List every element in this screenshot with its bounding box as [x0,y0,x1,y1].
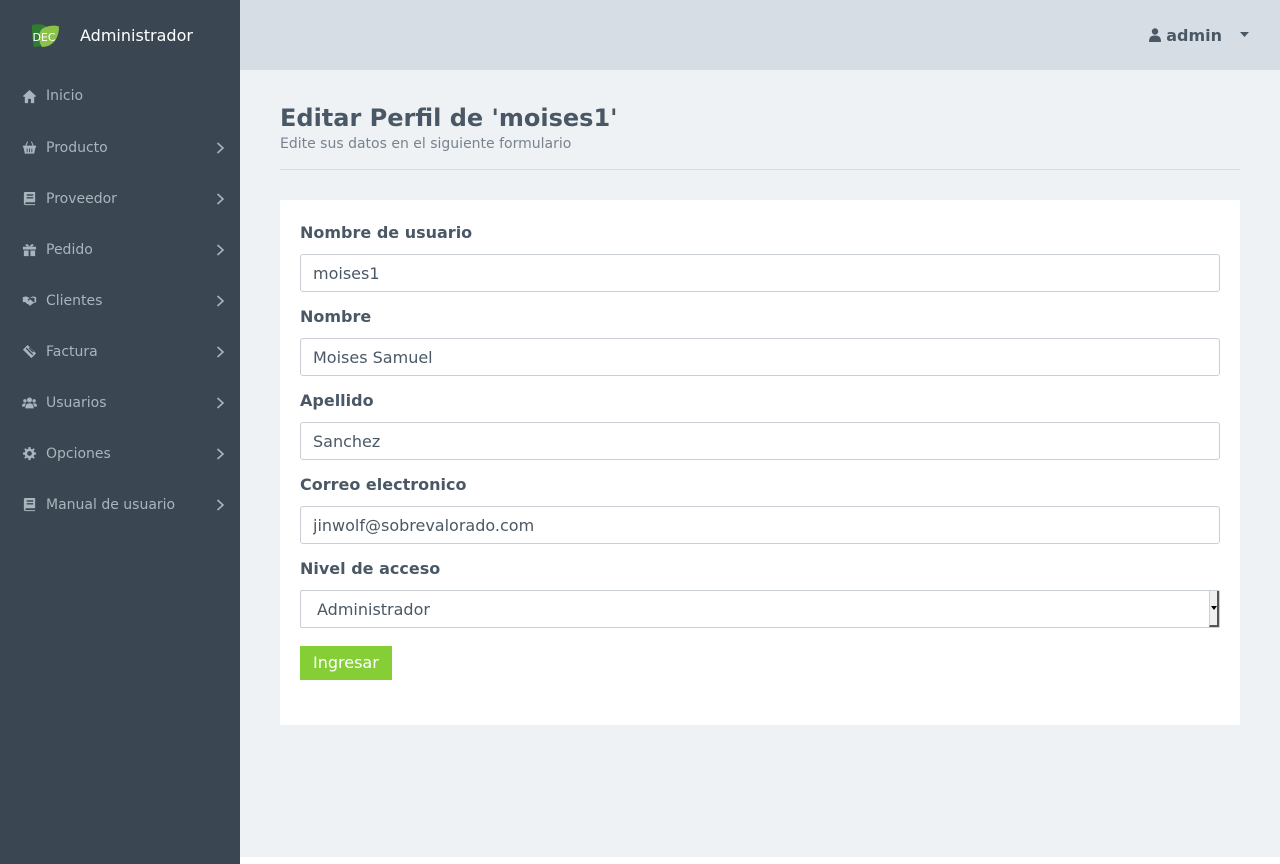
page-header: Editar Perfil de 'moises1' Edite sus dat… [280,70,1240,170]
sidebar-item-label: Opciones [46,445,111,462]
users-icon [20,395,38,411]
page-subtitle: Edite sus datos en el siguiente formular… [280,136,572,152]
gear-icon [20,446,38,462]
lastname-group: Apellido [300,390,1220,460]
main-content: Editar Perfil de 'moises1' Edite sus dat… [240,70,1280,858]
sidebar-item-label: Usuarios [46,394,107,411]
topbar: admin [240,0,1280,70]
username-label: Nombre de usuario [300,223,473,242]
gift-icon [20,242,38,258]
sidebar-item-label: Pedido [46,241,93,258]
sidebar-item-label: Proveedor [46,190,117,207]
chevron-right-icon [216,447,226,460]
brand-logo-text: DEC [32,31,55,44]
brand-title: Administrador [80,25,193,45]
sidebar-item-producto[interactable]: Producto [0,122,240,173]
user-menu-dropdown[interactable]: admin [1149,0,1250,70]
sidebar-item-proveedor[interactable]: Proveedor [0,173,240,224]
sidebar-item-label: Producto [46,139,108,156]
book-icon [20,191,38,207]
sidebar-item-label: Manual de usuario [46,496,176,513]
email-group: Correo electronico [300,474,1220,544]
lastname-input[interactable] [300,422,1220,460]
name-label: Nombre [300,307,372,326]
footer [240,857,1280,864]
username-group: Nombre de usuario [300,222,1220,292]
chevron-right-icon [216,192,226,205]
chevron-right-icon [216,498,226,511]
user-name: admin [1166,25,1222,45]
sidebar-item-inicio[interactable]: Inicio [0,70,240,122]
username-input[interactable] [300,254,1220,292]
brand-logo: DEC [28,19,60,51]
access-level-label: Nivel de acceso [300,559,441,578]
submit-button[interactable]: Ingresar [300,646,392,680]
access-level-select[interactable]: Administrador [300,590,1220,628]
sidebar-item-manual[interactable]: Manual de usuario [0,479,240,530]
access-level-value: Administrador [300,590,1220,628]
sidebar-item-label: Inicio [46,88,84,104]
caret-down-icon [1240,32,1250,38]
chevron-right-icon [216,141,226,154]
select-arrow-icon [1209,591,1219,627]
sidebar-item-opciones[interactable]: Opciones [0,428,240,479]
profile-form-card: Nombre de usuario Nombre Apellido Correo… [280,200,1240,725]
sidebar-item-clientes[interactable]: Clientes [0,275,240,326]
book-icon [20,497,38,513]
lastname-label: Apellido [300,391,374,410]
sidebar-item-usuarios[interactable]: Usuarios [0,377,240,428]
home-icon [20,88,38,104]
basket-icon [20,140,38,156]
sidebar-nav: Inicio Producto Proveedor Pedido Cliente… [0,70,240,530]
email-input[interactable] [300,506,1220,544]
user-icon [1149,27,1163,43]
handshake-icon [20,293,38,309]
name-group: Nombre [300,306,1220,376]
email-label: Correo electronico [300,475,467,494]
page-title: Editar Perfil de 'moises1' [280,104,618,132]
sidebar-item-label: Clientes [46,292,103,309]
name-input[interactable] [300,338,1220,376]
chevron-right-icon [216,243,226,256]
chevron-right-icon [216,294,226,307]
ticket-icon [20,344,38,360]
brand[interactable]: DEC Administrador [0,0,240,70]
sidebar-item-pedido[interactable]: Pedido [0,224,240,275]
sidebar-item-label: Factura [46,343,98,360]
sidebar-item-factura[interactable]: Factura [0,326,240,377]
chevron-right-icon [216,345,226,358]
access-level-group: Nivel de acceso Administrador [300,558,1220,628]
chevron-right-icon [216,396,226,409]
sidebar: DEC Administrador Inicio Producto Provee… [0,0,240,864]
